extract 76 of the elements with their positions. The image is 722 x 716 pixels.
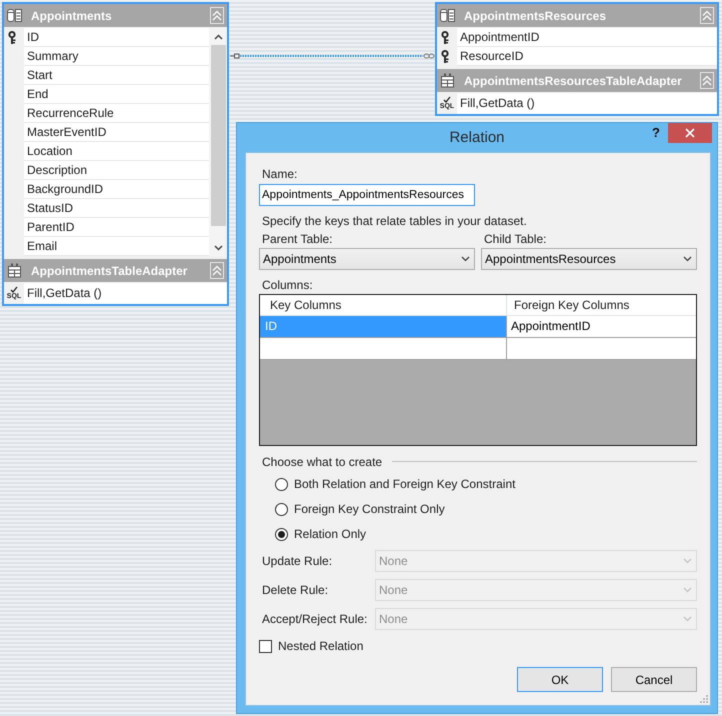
chevron-down-icon bbox=[683, 256, 692, 262]
radio-label[interactable]: Both Relation and Foreign Key Constraint bbox=[294, 477, 516, 491]
help-button[interactable]: ? bbox=[652, 125, 660, 141]
adapter-title: AppointmentsResourcesTableAdapter bbox=[464, 74, 682, 88]
rule-label: Accept/Reject Rule: bbox=[261, 612, 368, 626]
instructions-text: Specify the keys that relate tables in your dataset. bbox=[261, 214, 527, 229]
column-name[interactable]: RecurrenceRule bbox=[24, 104, 209, 123]
collapse-button[interactable] bbox=[210, 7, 224, 24]
checkbox[interactable] bbox=[259, 640, 272, 652]
chevron-down-icon bbox=[683, 558, 692, 564]
database-icon bbox=[7, 8, 22, 23]
scrollbar[interactable] bbox=[209, 28, 227, 256]
query-method[interactable]: Fill,GetData () bbox=[457, 93, 717, 114]
double-chevron-up-icon bbox=[212, 265, 222, 276]
chevron-down-icon bbox=[683, 587, 692, 593]
dialog-title: Relation bbox=[449, 128, 505, 148]
column-name[interactable]: MasterEventID bbox=[24, 123, 209, 142]
column-name[interactable]: Location bbox=[24, 142, 209, 161]
column-header: Key Columns bbox=[260, 295, 507, 316]
double-chevron-up-icon bbox=[702, 75, 712, 86]
radio-label[interactable]: Foreign Key Constraint Only bbox=[294, 502, 445, 516]
column-name[interactable]: BackgroundID bbox=[24, 180, 209, 199]
relationship-connector[interactable] bbox=[230, 54, 434, 58]
cancel-button[interactable]: Cancel bbox=[611, 667, 697, 692]
collapse-button[interactable] bbox=[210, 262, 224, 279]
new-row-cell[interactable] bbox=[507, 338, 696, 360]
ok-button[interactable]: OK bbox=[517, 667, 603, 692]
table-title: Appointments bbox=[31, 8, 112, 22]
name-field[interactable]: Appointments_AppointmentsResources bbox=[259, 184, 475, 206]
double-chevron-up-icon bbox=[212, 10, 222, 21]
table-dropdown[interactable]: AppointmentsResources bbox=[481, 248, 697, 270]
double-chevron-up-icon bbox=[702, 10, 712, 21]
column-name[interactable]: End bbox=[24, 85, 209, 104]
close-button[interactable] bbox=[668, 123, 712, 143]
chevron-down-icon bbox=[461, 256, 470, 262]
table-label: Child Table: bbox=[483, 232, 546, 247]
radio-button[interactable] bbox=[275, 502, 288, 516]
rule-label: Update Rule: bbox=[261, 554, 334, 568]
new-row-cell[interactable] bbox=[260, 338, 507, 360]
collapse-button[interactable] bbox=[700, 7, 714, 24]
name-label: Name: bbox=[261, 167, 298, 182]
table-label: Parent Table: bbox=[261, 232, 332, 247]
radio-label[interactable]: Relation Only bbox=[294, 527, 366, 541]
grid-cell[interactable]: AppointmentID bbox=[507, 316, 696, 338]
column-header: Foreign Key Columns bbox=[507, 295, 696, 316]
group-label: Choose what to create bbox=[262, 454, 382, 468]
column-name[interactable]: Start bbox=[24, 66, 209, 85]
close-icon bbox=[685, 128, 695, 138]
column-name[interactable]: Summary bbox=[24, 47, 209, 66]
column-name[interactable]: Description bbox=[24, 161, 209, 180]
collapse-button[interactable] bbox=[700, 72, 714, 89]
chevron-down-icon bbox=[683, 616, 692, 622]
resize-grip-icon[interactable] bbox=[700, 695, 708, 703]
grid-icon bbox=[440, 73, 455, 88]
database-icon bbox=[440, 8, 455, 23]
column-name[interactable]: Email bbox=[24, 237, 209, 256]
column-name[interactable]: StatusID bbox=[24, 199, 209, 218]
columns-label: Columns: bbox=[261, 278, 313, 293]
checkbox-label[interactable]: Nested Relation bbox=[278, 639, 364, 653]
radio-button[interactable] bbox=[275, 478, 288, 490]
check-icon bbox=[443, 96, 451, 103]
chevron-down-icon[interactable] bbox=[214, 244, 222, 250]
radio-button[interactable] bbox=[275, 528, 288, 540]
query-method[interactable]: Fill,GetData () bbox=[24, 283, 227, 304]
table-dropdown[interactable]: Appointments bbox=[259, 248, 475, 270]
grid-icon bbox=[7, 263, 22, 278]
column-name[interactable]: ParentID bbox=[24, 218, 209, 237]
table-title: AppointmentsResources bbox=[464, 8, 606, 22]
column-name[interactable]: AppointmentID bbox=[457, 28, 717, 47]
adapter-title: AppointmentsTableAdapter bbox=[31, 264, 188, 278]
check-icon bbox=[10, 286, 18, 293]
column-name[interactable]: ID bbox=[24, 28, 209, 47]
rule-label: Delete Rule: bbox=[261, 583, 330, 597]
column-name[interactable]: ResourceID bbox=[457, 47, 717, 66]
scrollbar-thumb[interactable] bbox=[210, 45, 226, 226]
chevron-up-icon[interactable] bbox=[214, 34, 222, 40]
